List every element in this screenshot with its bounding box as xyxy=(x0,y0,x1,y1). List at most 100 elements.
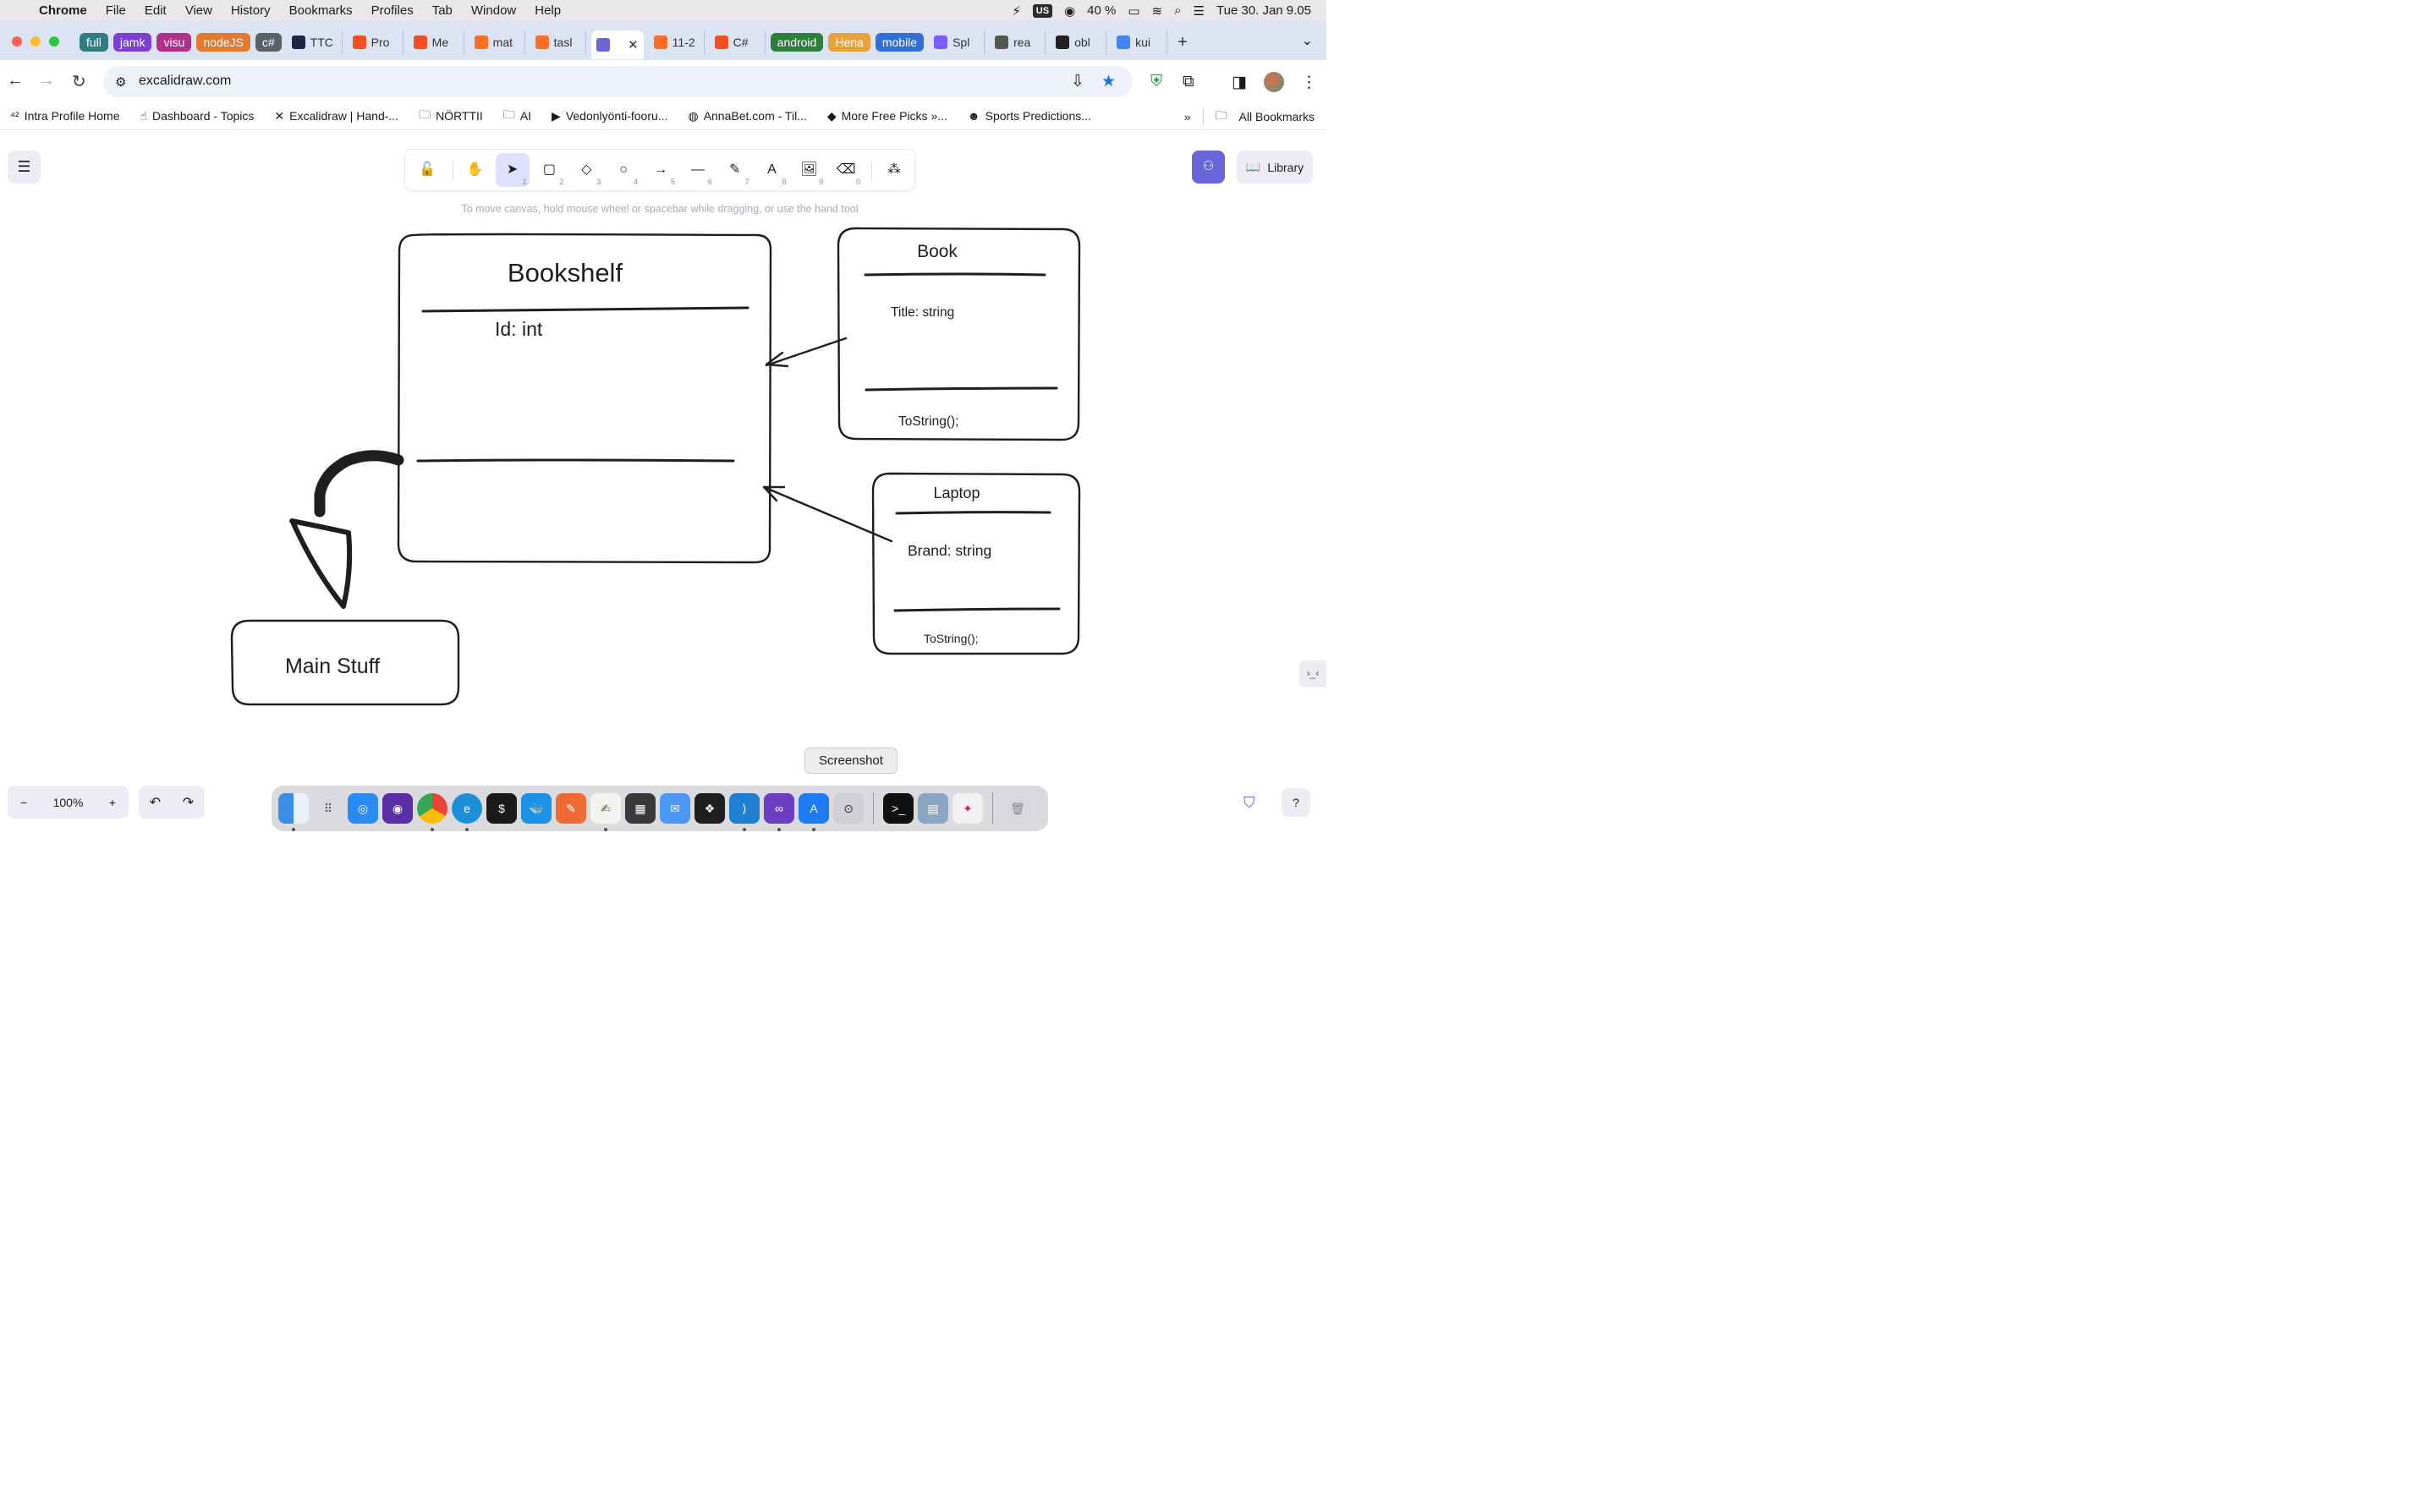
diamond-tool-icon[interactable]: ◇ 3 xyxy=(569,153,603,187)
zoom-window-button[interactable] xyxy=(49,36,59,47)
back-icon[interactable]: ← xyxy=(7,71,24,90)
bookmark-item[interactable]: 🗀 AI xyxy=(493,106,541,126)
keyboard-layout-badge[interactable]: US xyxy=(1032,3,1053,18)
selection-tool-icon[interactable]: ➤ 1 xyxy=(495,153,530,187)
vscode-icon[interactable]: ⟩ xyxy=(729,793,760,831)
laptop-title[interactable]: Laptop xyxy=(933,485,980,501)
hand-tool-icon[interactable]: ✋ xyxy=(458,153,492,187)
browser-tab[interactable]: mat xyxy=(469,30,525,54)
launchpad-icon[interactable]: ⠿ xyxy=(313,793,343,824)
main-menu-button[interactable]: ☰ xyxy=(8,151,41,184)
mute-icon[interactable]: ⚡ xyxy=(1012,3,1021,19)
undo-icon[interactable]: ↶ xyxy=(150,794,161,811)
eraser-tool-icon[interactable]: ⌫ 0 xyxy=(829,153,863,187)
bookshelf-field-id[interactable]: Id: int xyxy=(495,318,543,340)
tab-group-mobile[interactable]: mobile xyxy=(875,33,925,52)
swift-playgrounds-icon[interactable]: ✎ xyxy=(556,793,586,824)
spotlight-search-icon[interactable]: ⌕ xyxy=(1174,3,1181,18)
address-bar[interactable]: ⚙ excalidraw.com ⇩ ★ xyxy=(103,66,1133,97)
profile-avatar[interactable] xyxy=(1264,72,1284,92)
excalidraw-canvas[interactable]: Bookshelf Id: int Book Title: string ToS… xyxy=(0,131,1326,831)
extra-tools-tool-icon[interactable]: ⁂ xyxy=(877,153,911,187)
browser-tab[interactable]: Me xyxy=(409,30,464,54)
bookmark-item[interactable]: ✕ Excalidraw | Hand-... xyxy=(264,109,409,123)
browser-tab[interactable]: kui xyxy=(1112,30,1168,54)
encryption-shield-icon[interactable]: ⛉ xyxy=(1243,794,1255,812)
book-method-tostring[interactable]: ToString(); xyxy=(898,414,959,429)
menu-help[interactable]: Help xyxy=(525,3,570,18)
book-title[interactable]: Book xyxy=(917,242,958,261)
bookmark-item[interactable]: ◍ AnnaBet.com - Til... xyxy=(678,109,816,123)
minimize-window-button[interactable] xyxy=(30,36,41,47)
line-tool-icon[interactable]: —6 xyxy=(681,153,715,187)
bookmark-item[interactable]: ▶ Vedonlyönti-fooru... xyxy=(541,109,678,123)
browser-tab[interactable]: 11-2 xyxy=(649,30,705,54)
browser-tab[interactable]: C# xyxy=(710,30,766,54)
main-stuff-title[interactable]: Main Stuff xyxy=(285,655,380,678)
browser-tab[interactable]: tasl xyxy=(530,30,586,54)
trash-icon[interactable]: 🗑 xyxy=(1002,793,1033,824)
close-window-button[interactable] xyxy=(12,36,22,47)
drawing-layer[interactable]: Bookshelf Id: int Book Title: string ToS… xyxy=(0,131,1326,829)
menu-history[interactable]: History xyxy=(222,3,280,18)
bookmark-item[interactable]: 🗀 NÖRTTII xyxy=(409,106,493,126)
tab-group-hena[interactable]: Hena xyxy=(828,33,870,52)
browser-tab[interactable]: Spl xyxy=(929,30,985,54)
user-icon[interactable]: ◉ xyxy=(1064,3,1075,19)
chrome-icon[interactable] xyxy=(417,793,447,831)
bookmark-item[interactable]: ☝ Dashboard - Topics xyxy=(130,109,265,123)
bookmark-item[interactable]: ⁴² Intra Profile Home xyxy=(0,109,130,123)
redo-icon[interactable]: ↷ xyxy=(183,794,194,811)
firefox-icon[interactable]: ◉ xyxy=(382,793,413,824)
extensions-puzzle-icon[interactable]: ⧉ xyxy=(1183,73,1194,91)
browser-tab[interactable]: TTC xyxy=(287,30,343,54)
menu-view[interactable]: View xyxy=(176,3,222,18)
menu-bookmarks[interactable]: Bookmarks xyxy=(280,3,362,18)
arrow-tool-icon[interactable]: → 5 xyxy=(644,153,678,187)
text-tool-icon[interactable]: A8 xyxy=(755,153,789,187)
all-bookmarks-folder-icon[interactable]: 🗀 xyxy=(1216,107,1227,127)
screenshot-app-icon[interactable]: ⊙ xyxy=(833,793,864,824)
app-store-icon[interactable]: A xyxy=(799,793,829,831)
book-field-title[interactable]: Title: string xyxy=(891,305,954,320)
menu-edit[interactable]: Edit xyxy=(135,3,176,18)
side-panel-handle-icon[interactable]: ›_‹ xyxy=(1299,660,1326,688)
live-collaboration-button[interactable]: ⚇ xyxy=(1192,151,1225,184)
preview-icon[interactable]: ▤ xyxy=(918,793,948,824)
ellipse-tool-icon[interactable]: ○ 4 xyxy=(607,153,640,187)
terminal-icon[interactable]: >_ xyxy=(883,793,914,824)
calculator-icon[interactable]: ▦ xyxy=(625,793,656,824)
lock-tool-icon[interactable]: 🔓 xyxy=(410,153,444,187)
edge-icon[interactable]: e xyxy=(452,793,482,831)
menu-window[interactable]: Window xyxy=(462,3,525,18)
wifi-icon[interactable]: ≋ xyxy=(1152,3,1163,19)
tab-group-nodejs[interactable]: nodeJS xyxy=(196,33,250,52)
bookmark-star-icon[interactable]: ★ xyxy=(1101,72,1116,91)
tab-search-chevron-icon[interactable]: ⌄ xyxy=(1302,32,1313,49)
tab-group-full[interactable]: full xyxy=(80,33,108,52)
tab-group-jamk[interactable]: jamk xyxy=(113,33,152,52)
finder-icon[interactable] xyxy=(278,793,309,831)
tab-group-android[interactable]: android xyxy=(770,33,824,52)
clock[interactable]: Tue 30. Jan 9.05 xyxy=(1216,3,1311,18)
menu-profiles[interactable]: Profiles xyxy=(362,3,423,18)
zoom-level[interactable]: 100% xyxy=(43,796,94,809)
side-panel-icon[interactable]: ◨ xyxy=(1232,73,1247,92)
library-button[interactable]: 📖 Library xyxy=(1237,151,1313,184)
bookmark-item[interactable]: ☻ Sports Predictions... xyxy=(958,109,1101,123)
control-center-icon[interactable]: ☰ xyxy=(1194,3,1205,19)
zoom-in-button[interactable]: + xyxy=(96,796,129,809)
address-url[interactable]: excalidraw.com xyxy=(139,74,231,89)
tab-group-c-[interactable]: c# xyxy=(255,33,282,52)
close-tab-icon[interactable]: ✕ xyxy=(628,37,639,52)
menu-tab[interactable]: Tab xyxy=(423,3,462,18)
parallels-icon[interactable]: ✦ xyxy=(952,793,983,824)
safari-icon[interactable]: ◎ xyxy=(348,793,378,824)
bookshelf-title[interactable]: Bookshelf xyxy=(508,258,623,288)
image-tool-icon[interactable]: 🖼 9 xyxy=(792,153,826,187)
rectangle-tool-icon[interactable]: ▢ 2 xyxy=(533,153,567,187)
more-bookmarks-icon[interactable]: » xyxy=(1184,110,1191,123)
help-button[interactable]: ? xyxy=(1282,788,1310,817)
new-tab-button[interactable]: + xyxy=(1172,33,1193,52)
figma-icon[interactable]: ❖ xyxy=(694,793,725,824)
